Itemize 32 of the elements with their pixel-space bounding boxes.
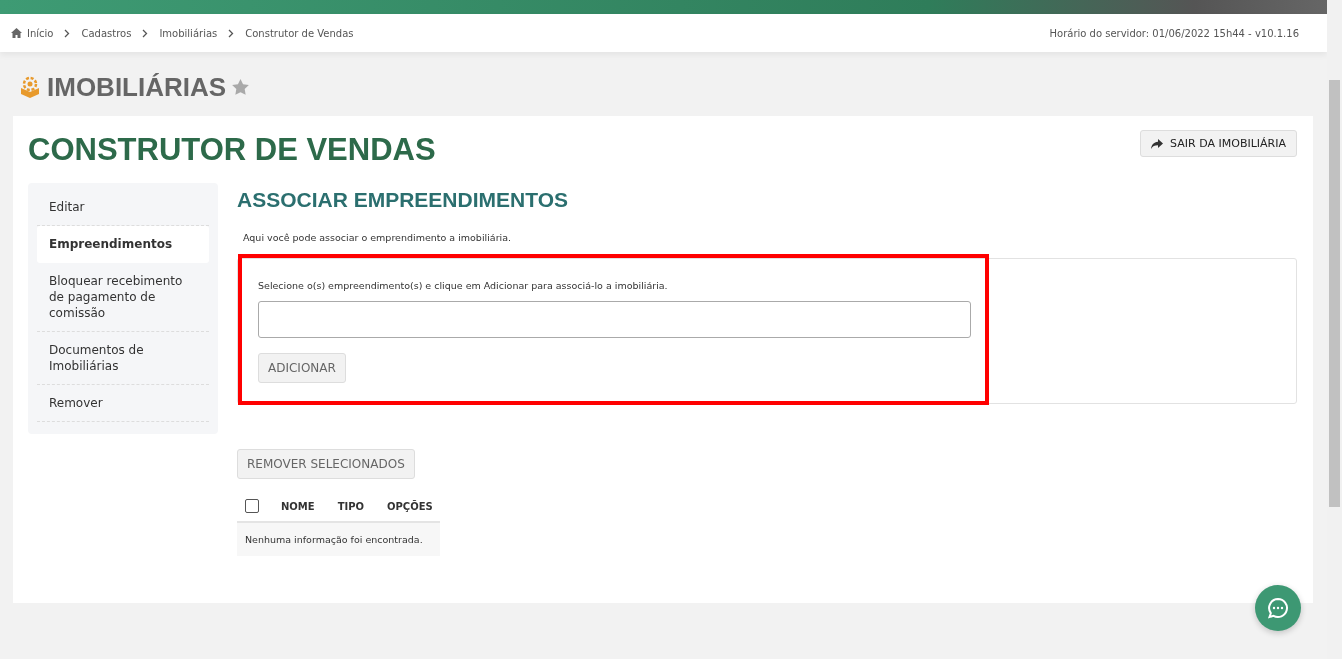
- share-arrow-icon: [1151, 138, 1164, 149]
- column-header: OPÇÕES: [387, 500, 433, 512]
- empty-table-message: Nenhuma informação foi encontrada.: [237, 523, 440, 556]
- select-all-checkbox[interactable]: [245, 499, 259, 513]
- column-header: NOME: [281, 500, 315, 512]
- sidebar-item[interactable]: Empreendimentos: [37, 226, 209, 263]
- column-header: TIPO: [337, 500, 365, 512]
- exit-button[interactable]: SAIR DA IMOBILIÁRIA: [1140, 130, 1297, 157]
- page-title: IMOBILIÁRIAS: [47, 71, 227, 103]
- building-gear-icon: [19, 76, 41, 98]
- add-button[interactable]: ADICIONAR: [258, 353, 346, 383]
- breadcrumb-current: Construtor de Vendas: [245, 27, 354, 39]
- breadcrumb-link[interactable]: Cadastros: [81, 27, 132, 39]
- breadcrumb-link[interactable]: Início: [27, 27, 54, 39]
- server-time: Horário do servidor: 01/06/2022 15h44 - v10.1.16: [1049, 27, 1299, 39]
- section-title: ASSOCIAR EMPREENDIMENTOS: [237, 188, 569, 212]
- sidebar-item[interactable]: Remover: [37, 385, 209, 422]
- project-select-field[interactable]: [258, 301, 971, 338]
- remove-selected-button[interactable]: REMOVER SELECIONADOS: [237, 449, 415, 479]
- instruction-text: Selecione o(s) empreendimento(s) e clique em Adicionar para associá-lo a imobiliária.: [258, 280, 669, 291]
- chat-bubble-icon: [1267, 597, 1289, 619]
- star-icon[interactable]: [232, 79, 250, 95]
- sidebar-item[interactable]: Bloquear recebimento de pagamento de comissão: [37, 263, 209, 332]
- chevron-icon: [64, 28, 71, 38]
- card-title: CONSTRUTOR DE VENDAS: [28, 132, 436, 168]
- sidebar-item[interactable]: Documentos de Imobiliárias: [37, 332, 209, 385]
- section-description: Aqui você pode associar o emprendimento a imobiliária.: [243, 232, 513, 243]
- chevron-icon: [228, 28, 235, 38]
- chat-button[interactable]: [1255, 585, 1301, 631]
- breadcrumb-link[interactable]: Imobiliárias: [159, 27, 218, 39]
- home-icon: [11, 28, 22, 38]
- chevron-icon: [142, 28, 149, 38]
